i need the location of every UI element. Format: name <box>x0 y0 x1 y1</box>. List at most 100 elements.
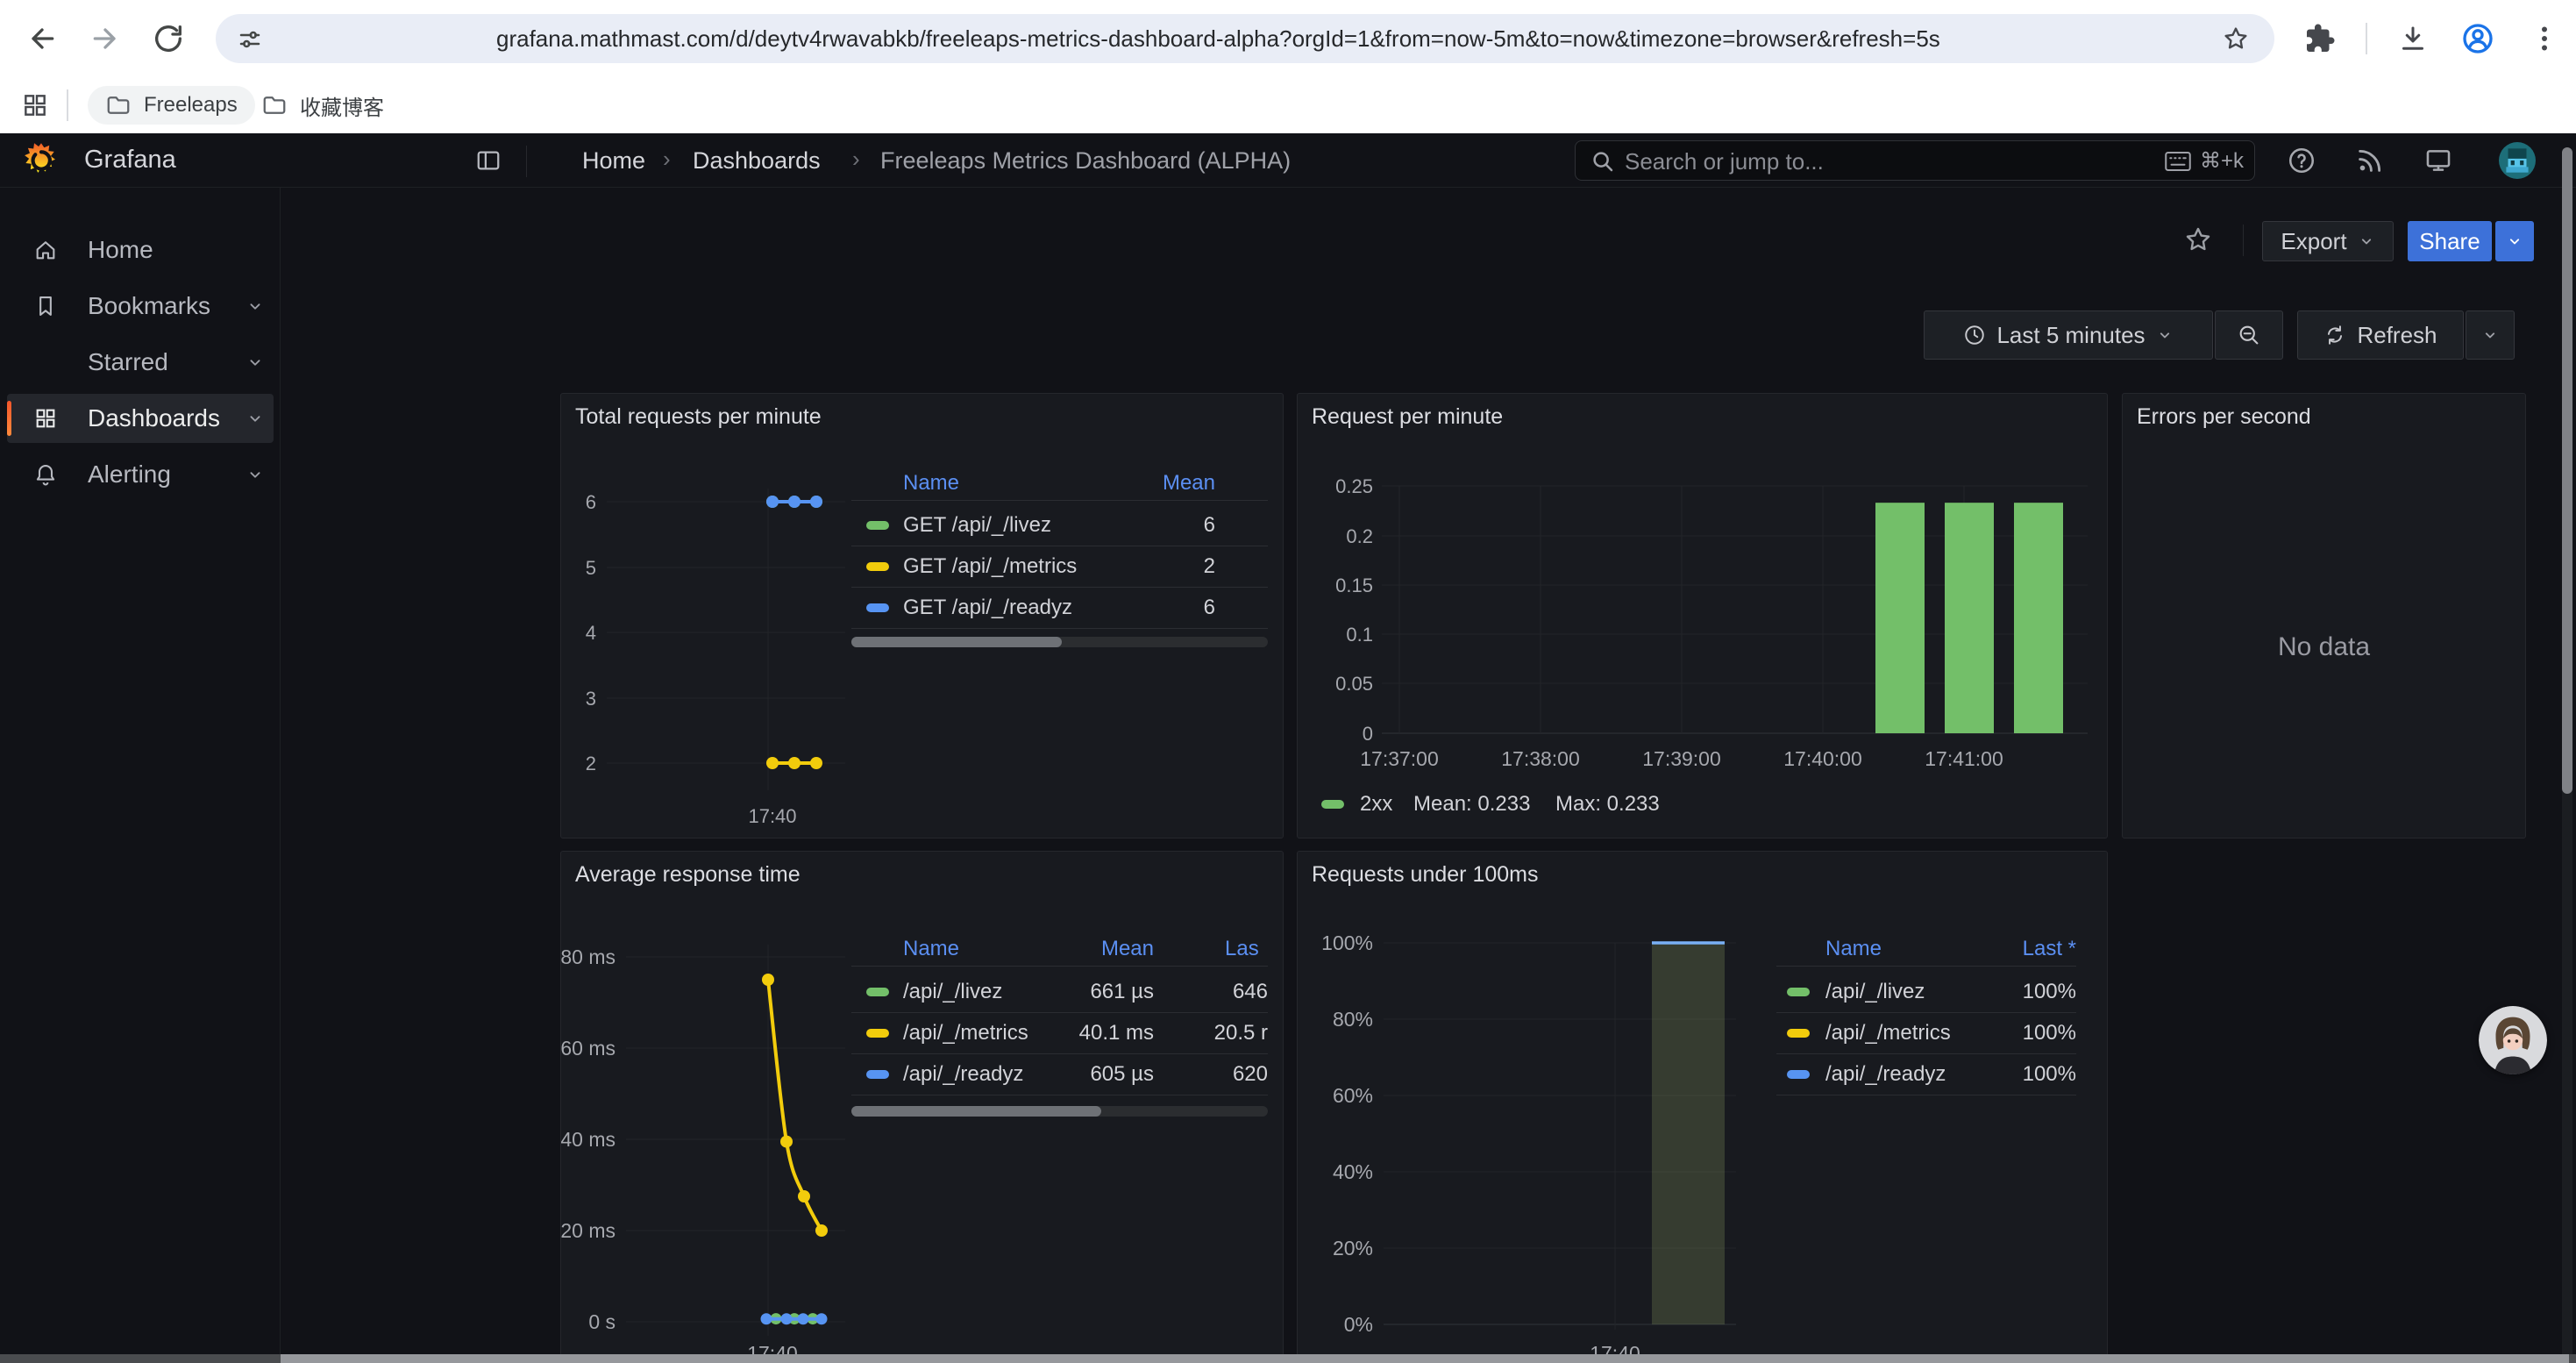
legend-series-swatch[interactable] <box>866 988 889 996</box>
downloads-icon[interactable] <box>2397 23 2429 54</box>
menu-icon[interactable] <box>2529 23 2560 54</box>
profile-icon[interactable] <box>2460 21 2495 56</box>
legend-separator <box>851 1053 1268 1054</box>
legend-series-swatch[interactable] <box>1787 988 1810 996</box>
legend-series-name[interactable]: GET /api/_/livez <box>903 513 1051 538</box>
svg-text:17:40:00: 17:40:00 <box>1783 747 1862 770</box>
favorite-star-icon[interactable] <box>2183 225 2213 254</box>
grafana-logo[interactable] <box>23 142 60 179</box>
dock-sidebar-icon[interactable] <box>473 147 503 174</box>
search-input[interactable]: Search or jump to... ⌘+k <box>1575 140 2255 181</box>
chevron-down-icon[interactable] <box>246 353 265 372</box>
vertical-scrollbar[interactable] <box>2562 147 2572 794</box>
share-menu-button[interactable] <box>2495 221 2534 261</box>
address-bar[interactable]: grafana.mathmast.com/d/deytv4rwavabkb/fr… <box>216 14 2274 63</box>
floating-assistant-avatar[interactable] <box>2479 1006 2547 1074</box>
legend-series-swatch[interactable] <box>1321 800 1344 809</box>
brand-title[interactable]: Grafana <box>84 146 176 175</box>
chart-request-per-minute: 0.250.20.150.10.05017:37:0017:38:0017:39… <box>1298 394 2108 838</box>
grafana-app: Grafana Home › Dashboards › Freeleaps Me… <box>0 133 2576 1363</box>
legend-series-swatch[interactable] <box>866 603 889 612</box>
svg-text:0.15: 0.15 <box>1335 574 1373 596</box>
reload-icon[interactable] <box>151 21 186 56</box>
legend-header[interactable]: Name <box>903 471 959 496</box>
legend-series-value: 100% <box>2023 1062 2076 1087</box>
time-range-picker[interactable]: Last 5 minutes <box>1924 310 2213 360</box>
svg-text:5: 5 <box>586 557 596 579</box>
svg-text:0.1: 0.1 <box>1346 624 1373 646</box>
legend-header[interactable]: Name <box>1825 937 1882 961</box>
news-rss-icon[interactable] <box>2355 146 2385 175</box>
panel-request-per-minute: Request per minute0.250.20.150.10.05017:… <box>1297 393 2108 838</box>
legend-series-value: 2 <box>1204 554 1215 579</box>
bookmark-folder-blogs[interactable]: 收藏博客 <box>244 86 402 125</box>
legend-header[interactable]: Last * <box>2023 937 2076 961</box>
refresh-interval-button[interactable] <box>2466 310 2515 360</box>
legend-series-name[interactable]: /api/_/livez <box>1825 980 1925 1004</box>
legend-header[interactable]: Las <box>1225 937 1259 961</box>
chevron-down-icon[interactable] <box>246 409 265 428</box>
no-data-message: No data <box>2123 632 2525 662</box>
svg-text:17:40: 17:40 <box>748 805 796 827</box>
legend-series-name[interactable]: /api/_/readyz <box>1825 1062 1946 1087</box>
legend-series-name[interactable]: GET /api/_/readyz <box>903 596 1072 620</box>
panel-total-requests-per-minute: Total requests per minute6543217:40NameM… <box>560 393 1284 838</box>
url-text[interactable]: grafana.mathmast.com/d/deytv4rwavabkb/fr… <box>496 25 1940 53</box>
legend-header[interactable]: Mean <box>1101 937 1154 961</box>
horizontal-scrollbar[interactable] <box>281 1354 2569 1363</box>
sidebar-bell-icon <box>33 462 58 487</box>
bookmark-star-icon[interactable] <box>2222 25 2250 53</box>
bookmark-folder-freeleaps[interactable]: Freeleaps <box>88 86 255 125</box>
chart-requests-under-100ms: 100%80%60%40%20%0%17:40 <box>1298 852 2108 1363</box>
legend-series-swatch[interactable] <box>866 521 889 530</box>
help-icon[interactable] <box>2287 146 2316 175</box>
legend-series-swatch[interactable] <box>866 1070 889 1079</box>
panel-title[interactable]: Errors per second <box>2137 404 2311 430</box>
legend-series-swatch[interactable] <box>1787 1029 1810 1038</box>
zoom-out-button[interactable] <box>2215 310 2283 360</box>
legend-header[interactable]: Mean <box>1163 471 1215 496</box>
legend-series-name[interactable]: /api/_/metrics <box>903 1021 1028 1045</box>
refresh-icon <box>2323 324 2346 346</box>
toolbar-divider <box>2366 23 2367 54</box>
sidebar-item-starred[interactable]: Starred <box>7 338 274 387</box>
legend-series-name[interactable]: 2xx <box>1360 792 1392 817</box>
share-button[interactable]: Share <box>2408 221 2492 261</box>
extensions-icon[interactable] <box>2304 23 2336 54</box>
apps-grid-icon[interactable] <box>21 91 49 119</box>
legend-header[interactable]: Name <box>903 937 959 961</box>
sidebar-item-dashboards[interactable]: Dashboards <box>7 394 274 443</box>
legend-series-swatch[interactable] <box>866 562 889 571</box>
chevron-down-icon[interactable] <box>246 465 265 484</box>
refresh-button[interactable]: Refresh <box>2297 310 2464 360</box>
svg-text:4: 4 <box>586 622 596 644</box>
back-icon[interactable] <box>25 21 60 56</box>
svg-text:80 ms: 80 ms <box>561 946 616 968</box>
site-info-icon[interactable] <box>237 26 263 53</box>
sidebar-item-home[interactable]: Home <box>7 225 274 275</box>
chevron-down-icon[interactable] <box>246 296 265 316</box>
sidebar-star-icon <box>33 350 58 375</box>
svg-text:20%: 20% <box>1333 1237 1373 1260</box>
browser-chrome: grafana.mathmast.com/d/deytv4rwavabkb/fr… <box>0 0 2576 133</box>
legend-series-name[interactable]: /api/_/metrics <box>1825 1021 1951 1045</box>
legend-scrollbar[interactable] <box>851 637 1062 647</box>
forward-icon[interactable] <box>88 21 123 56</box>
legend-series-name[interactable]: /api/_/readyz <box>903 1062 1023 1087</box>
legend-series-swatch[interactable] <box>866 1029 889 1038</box>
search-placeholder: Search or jump to... <box>1625 148 1824 175</box>
sidebar-item-alerting[interactable]: Alerting <box>7 450 274 499</box>
legend-series-name[interactable]: GET /api/_/metrics <box>903 554 1077 579</box>
breadcrumb-home[interactable]: Home <box>582 147 645 175</box>
legend-series-name[interactable]: /api/_/livez <box>903 980 1002 1004</box>
legend-series-swatch[interactable] <box>1787 1070 1810 1079</box>
sidebar-item-label: Alerting <box>88 460 171 489</box>
screen: grafana.mathmast.com/d/deytv4rwavabkb/fr… <box>0 0 2576 1363</box>
breadcrumb-dashboards[interactable]: Dashboards <box>693 147 821 175</box>
sidebar-item-bookmarks[interactable]: Bookmarks <box>7 282 274 331</box>
legend-scrollbar[interactable] <box>851 1106 1101 1117</box>
legend-series-value: 6 <box>1204 513 1215 538</box>
user-avatar[interactable] <box>2499 142 2536 179</box>
export-button[interactable]: Export <box>2262 221 2394 261</box>
kiosk-monitor-icon[interactable] <box>2423 146 2453 175</box>
